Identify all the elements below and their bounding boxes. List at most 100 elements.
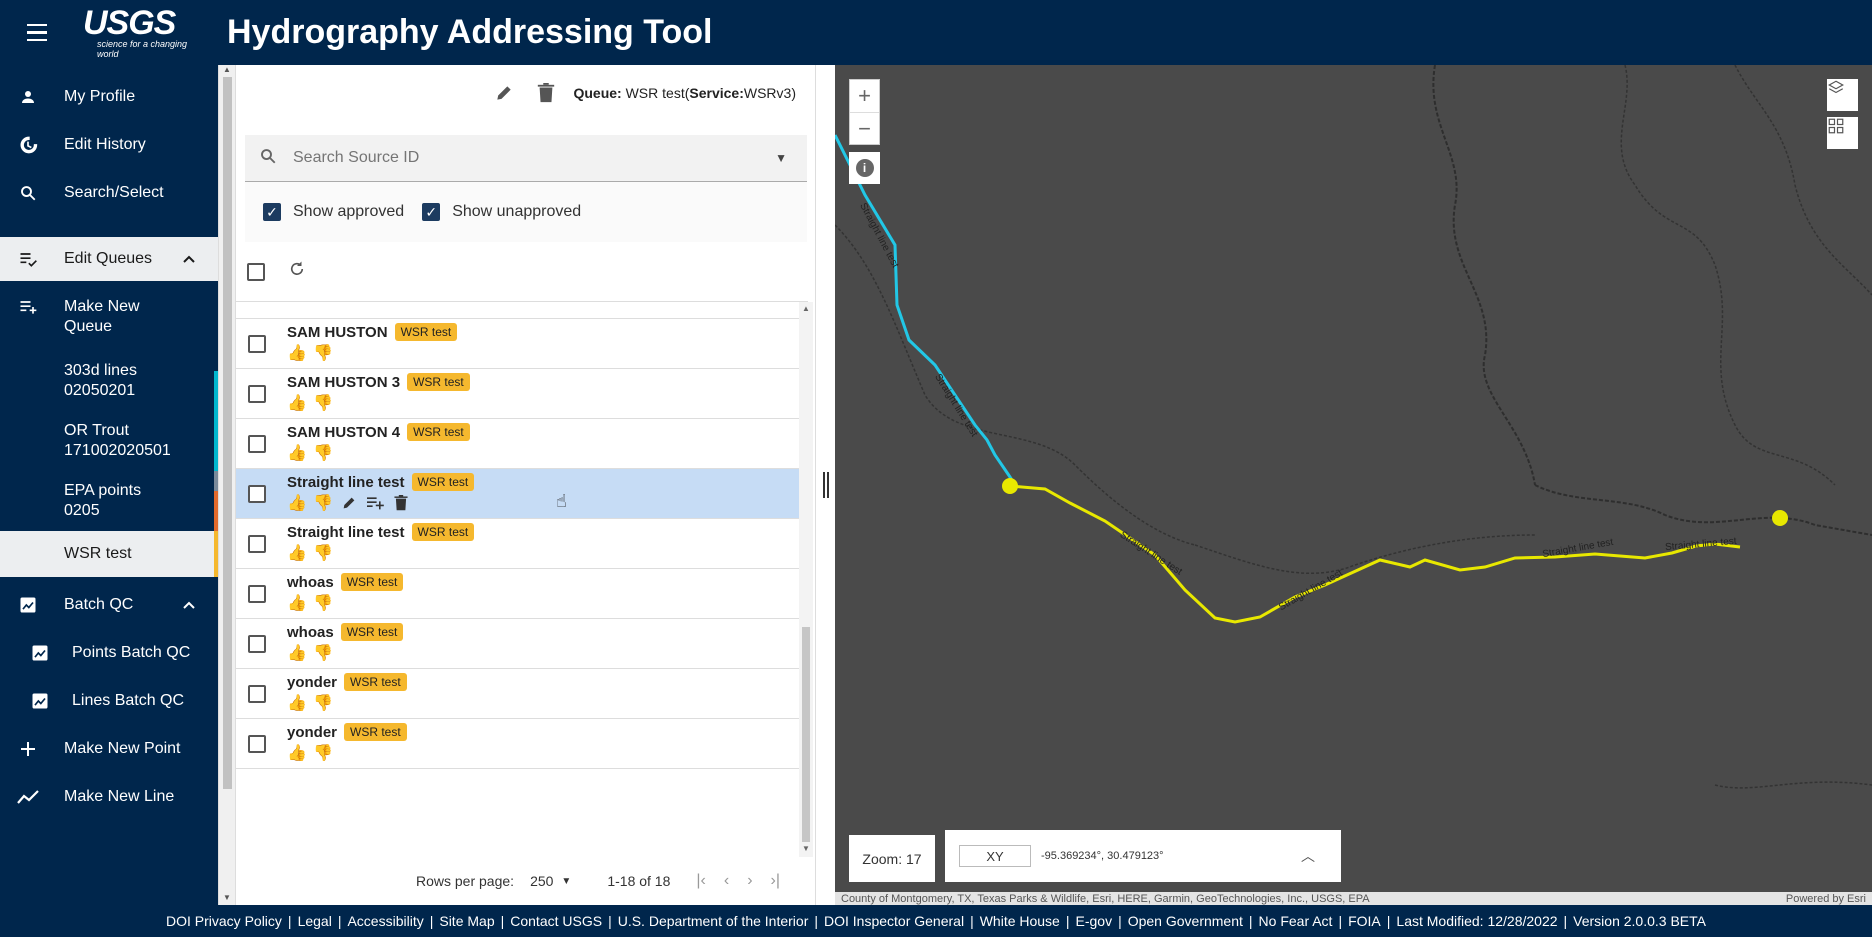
edit-queue-button[interactable] bbox=[489, 78, 519, 108]
footer-link[interactable]: FOIA bbox=[1348, 913, 1381, 929]
scroll-up-arrow-icon[interactable]: ▲ bbox=[802, 304, 810, 313]
search-source-id[interactable]: ▼ bbox=[245, 135, 807, 182]
footer-link[interactable]: U.S. Department of the Interior bbox=[618, 913, 809, 929]
info-button[interactable]: i bbox=[849, 152, 880, 184]
refresh-icon[interactable] bbox=[288, 260, 306, 284]
prev-page-icon[interactable]: ‹ bbox=[724, 872, 729, 890]
footer-link[interactable]: E-gov bbox=[1076, 913, 1113, 929]
scroll-down-arrow-icon[interactable]: ▼ bbox=[802, 844, 810, 853]
footer-link[interactable]: Open Government bbox=[1128, 913, 1243, 929]
sidebar-item-make-new-queue[interactable]: Make New Queue bbox=[0, 287, 218, 347]
scroll-down-arrow-icon[interactable]: ▼ bbox=[223, 893, 231, 902]
playlist-add-icon[interactable] bbox=[365, 494, 385, 512]
show-approved-checkbox[interactable] bbox=[263, 203, 281, 221]
rows-per-page-select[interactable]: 250 bbox=[530, 873, 553, 889]
thumb-up-icon[interactable]: 👍 bbox=[287, 394, 307, 412]
footer-link[interactable]: Legal bbox=[298, 913, 332, 929]
sidebar-item-search-select[interactable]: Search/Select bbox=[0, 173, 218, 213]
drag-handle-icon[interactable] bbox=[823, 472, 829, 498]
delete-queue-button[interactable] bbox=[531, 78, 561, 108]
thumb-up-icon[interactable]: 👍 bbox=[287, 594, 307, 612]
sidebar-item-batch-qc[interactable]: Batch QC bbox=[0, 585, 218, 625]
footer-link[interactable]: White House bbox=[980, 913, 1060, 929]
footer-link[interactable]: DOI Inspector General bbox=[824, 913, 964, 929]
layers-button[interactable] bbox=[1827, 79, 1858, 111]
thumb-down-icon[interactable]: 👎 bbox=[313, 644, 333, 662]
row-checkbox[interactable] bbox=[248, 585, 266, 603]
row-checkbox[interactable] bbox=[248, 535, 266, 553]
sidebar-item-my-profile[interactable]: My Profile bbox=[0, 77, 218, 117]
sidebar-item-make-new-line[interactable]: Make New Line bbox=[0, 777, 218, 817]
scroll-thumb[interactable] bbox=[802, 627, 810, 842]
thumb-down-icon[interactable]: 👎 bbox=[313, 694, 333, 712]
row-checkbox[interactable] bbox=[248, 485, 266, 503]
dropdown-arrow-icon[interactable]: ▼ bbox=[561, 876, 571, 887]
sidebar-item-edit-history[interactable]: Edit History bbox=[0, 125, 218, 165]
sidebar-item-edit-queues[interactable]: Edit Queues bbox=[0, 237, 218, 281]
table-row[interactable]: Straight line test WSR test 👍 👎 bbox=[236, 519, 799, 569]
thumb-down-icon[interactable]: 👎 bbox=[313, 494, 333, 512]
table-row[interactable]: yonder WSR test 👍 👎 bbox=[236, 719, 799, 769]
sidebar-item-lines-batch-qc[interactable]: Lines Batch QC bbox=[0, 681, 218, 721]
yellow-flowline[interactable] bbox=[1009, 484, 1741, 624]
show-approved-toggle[interactable]: Show approved bbox=[263, 203, 404, 221]
row-checkbox[interactable] bbox=[248, 435, 266, 453]
dropdown-arrow-icon[interactable]: ▼ bbox=[775, 151, 787, 165]
sidebar-item-make-new-point[interactable]: Make New Point bbox=[0, 729, 218, 769]
thumb-down-icon[interactable]: 👎 bbox=[313, 744, 333, 762]
sidebar-scrollbar[interactable]: ▲ ▼ bbox=[218, 65, 235, 905]
table-row[interactable]: whoas WSR test 👍 👎 bbox=[236, 619, 799, 669]
first-page-icon[interactable]: |‹ bbox=[696, 872, 705, 890]
table-row[interactable]: whoas WSR test 👍 👎 bbox=[236, 569, 799, 619]
map-view[interactable]: Straight line test Straight line test St… bbox=[835, 65, 1872, 905]
row-checkbox[interactable] bbox=[248, 385, 266, 403]
table-row[interactable]: SAM HUSTON 3 WSR test 👍 👎 bbox=[236, 369, 799, 419]
sidebar-item-queue-wsr-test[interactable]: WSR test bbox=[0, 531, 218, 577]
thumb-up-icon[interactable]: 👍 bbox=[287, 744, 307, 762]
show-unapproved-checkbox[interactable] bbox=[422, 203, 441, 221]
table-row[interactable]: SAM HUSTON WSR test 👍 👎 bbox=[236, 319, 799, 369]
thumb-up-icon[interactable]: 👍 bbox=[287, 644, 307, 662]
list-scrollbar[interactable]: ▲ ▼ bbox=[799, 302, 813, 857]
list-item-partial[interactable]: 👍 👎 bbox=[236, 302, 799, 319]
thumb-up-icon[interactable]: 👍 bbox=[287, 544, 307, 562]
search-input[interactable] bbox=[293, 149, 753, 167]
table-row[interactable]: SAM HUSTON 4 WSR test 👍 👎 bbox=[236, 419, 799, 469]
show-unapproved-toggle[interactable]: Show unapproved bbox=[422, 203, 581, 221]
table-row[interactable]: yonder WSR test 👍 👎 bbox=[236, 669, 799, 719]
thumb-down-icon[interactable]: 👎 bbox=[313, 344, 333, 362]
menu-icon[interactable] bbox=[22, 18, 52, 48]
coord-mode-button[interactable]: XY bbox=[959, 845, 1031, 867]
row-checkbox[interactable] bbox=[248, 735, 266, 753]
scroll-up-arrow-icon[interactable]: ▲ bbox=[223, 65, 231, 74]
thumb-down-icon[interactable]: 👎 bbox=[313, 444, 333, 462]
thumb-up-icon[interactable]: 👍 bbox=[287, 344, 307, 362]
usgs-logo[interactable]: USGS science for a changing world bbox=[83, 6, 203, 59]
thumb-down-icon[interactable]: 👎 bbox=[313, 594, 333, 612]
chevron-up-icon[interactable]: ︿ bbox=[1301, 846, 1315, 866]
basemap-gallery-button[interactable] bbox=[1827, 117, 1858, 149]
line-start-vertex[interactable] bbox=[1002, 478, 1018, 494]
panel-splitter[interactable] bbox=[815, 65, 835, 905]
footer-link[interactable]: Contact USGS bbox=[510, 913, 602, 929]
select-all-checkbox[interactable] bbox=[247, 262, 265, 281]
zoom-out-button[interactable]: − bbox=[850, 112, 879, 144]
zoom-in-button[interactable]: + bbox=[850, 80, 879, 112]
table-row[interactable]: Straight line test WSR test 👍 👎 ☝ bbox=[236, 469, 799, 519]
footer-link[interactable]: Site Map bbox=[439, 913, 494, 929]
sidebar-item-queue-epa-points[interactable]: EPA points 0205 bbox=[0, 471, 218, 531]
row-checkbox[interactable] bbox=[248, 685, 266, 703]
last-page-icon[interactable]: ›| bbox=[771, 872, 780, 890]
sidebar-item-queue-or-trout[interactable]: OR Trout 171002020501 bbox=[0, 411, 218, 471]
next-page-icon[interactable]: › bbox=[747, 872, 752, 890]
trash-icon[interactable] bbox=[391, 494, 411, 512]
footer-link[interactable]: DOI Privacy Policy bbox=[166, 913, 282, 929]
line-end-vertex[interactable] bbox=[1772, 510, 1788, 526]
sidebar-item-queue-303d[interactable]: 303d lines 02050201 bbox=[0, 351, 218, 411]
thumb-down-icon[interactable]: 👎 bbox=[313, 544, 333, 562]
powered-by-esri[interactable]: Powered by Esri bbox=[1786, 893, 1866, 905]
thumb-down-icon[interactable]: 👎 bbox=[313, 394, 333, 412]
pencil-icon[interactable] bbox=[339, 494, 359, 512]
thumb-up-icon[interactable]: 👍 bbox=[287, 494, 307, 512]
cyan-flowline[interactable] bbox=[835, 134, 1017, 486]
